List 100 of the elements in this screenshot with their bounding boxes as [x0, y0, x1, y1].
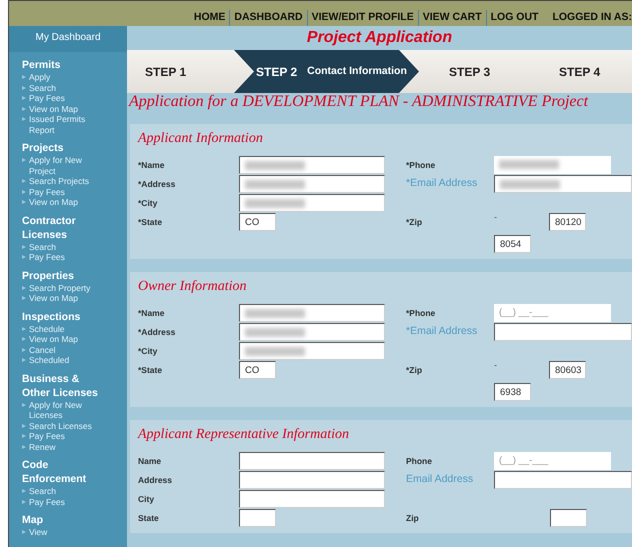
field-label: Email Address	[406, 472, 474, 487]
sidebar-link[interactable]: Pay Fees	[29, 186, 65, 197]
nav-link[interactable]: HOME	[194, 10, 226, 26]
zip-separator: -	[494, 213, 497, 221]
input-field[interactable]	[239, 175, 385, 193]
bullet-icon	[22, 424, 26, 428]
step-tab[interactable]: STEP 2 Contact Information	[234, 50, 419, 93]
sidebar-link[interactable]: Pay Fees	[29, 93, 65, 104]
application-subtitle: Application for a DEVELOPMENT PLAN - ADMINISTRATIVE Project	[127, 93, 590, 111]
field-label: *Phone	[406, 159, 436, 172]
input-field[interactable]	[550, 509, 587, 527]
sidebar-link[interactable]: Pay Fees	[29, 431, 65, 442]
sidebar-link[interactable]: Pay Fees	[29, 252, 65, 262]
input-field[interactable]	[239, 304, 385, 322]
dashboard-link[interactable]: My Dashboard	[9, 26, 127, 52]
sidebar-link[interactable]: Search	[29, 242, 56, 252]
blurred-text	[245, 161, 305, 170]
sidebar-link[interactable]: Apply for New Licenses	[29, 400, 99, 420]
section-title: Owner Information	[138, 278, 248, 296]
sidebar-link[interactable]: Search Property	[29, 282, 90, 293]
input-field[interactable]	[239, 323, 385, 341]
bullet-icon	[22, 337, 26, 341]
input-field[interactable]: CO	[239, 213, 276, 231]
blurred-text	[499, 160, 559, 169]
sidebar-link[interactable]: Search Licenses	[29, 420, 92, 431]
sidebar-link[interactable]: Search Projects	[29, 176, 89, 186]
bullet-icon	[22, 190, 26, 194]
sidebar-link[interactable]: Pay Fees	[29, 496, 65, 507]
input-field[interactable]	[239, 509, 276, 527]
bullet-icon	[22, 75, 26, 79]
field-label: *Email Address	[406, 324, 478, 339]
bullet-icon	[22, 86, 26, 90]
input-field[interactable]: 6938	[494, 383, 531, 401]
field-label: State	[138, 512, 160, 525]
input-field[interactable]	[239, 490, 385, 508]
input-field[interactable]	[239, 156, 385, 174]
sidebar-link[interactable]: View on Map	[29, 197, 78, 208]
sidebar-link[interactable]: Apply	[29, 72, 50, 82]
bullet-icon	[22, 530, 26, 534]
bullet-icon	[22, 106, 26, 110]
input-field[interactable]	[494, 175, 632, 193]
field-label: *Zip	[406, 216, 424, 229]
bullet-icon	[22, 500, 26, 504]
input-field[interactable]	[494, 323, 632, 341]
sidebar-link[interactable]: Schedule	[29, 324, 64, 334]
section-title: Applicant Information	[138, 130, 264, 148]
sidebar-heading: Code Enforcement	[22, 458, 88, 486]
sidebar-link[interactable]: Issued Permits Report	[29, 114, 99, 135]
bullet-icon	[22, 326, 26, 330]
field-label: Phone	[406, 455, 433, 468]
sidebar-heading: Projects	[22, 141, 64, 155]
input-field[interactable]	[494, 156, 611, 174]
sidebar-link[interactable]: View on Map	[29, 293, 78, 304]
sidebar-link[interactable]: View on Map	[29, 334, 78, 344]
field-label: Address	[138, 474, 174, 487]
field-label: Zip	[406, 512, 420, 525]
sidebar-link[interactable]: Scheduled	[29, 355, 70, 366]
input-field[interactable]: 80120	[549, 213, 586, 231]
sidebar-link[interactable]: Renew	[29, 442, 56, 452]
sidebar-link[interactable]: View	[29, 527, 48, 538]
sidebar-link[interactable]: Search	[29, 82, 56, 93]
input-field[interactable]: 8054	[494, 235, 531, 253]
input-field[interactable]: (__) __-___	[494, 452, 611, 470]
input-field[interactable]: 80603	[549, 361, 586, 379]
field-label: *Name	[138, 307, 166, 320]
sidebar-link[interactable]: Search	[29, 486, 56, 496]
field-label: *City	[138, 197, 158, 210]
page-title: Project Application	[306, 28, 454, 48]
sidebar-link[interactable]: View on Map	[29, 104, 78, 114]
sidebar-heading: Contractor Licenses	[22, 214, 77, 242]
input-field[interactable]: (__) __-___	[494, 304, 611, 322]
field-label: *Email Address	[406, 176, 478, 191]
input-field[interactable]	[494, 471, 632, 489]
field-label: Name	[138, 455, 162, 468]
bullet-icon	[22, 444, 26, 448]
field-label: *State	[138, 216, 164, 229]
logged-in-label: LOGGED IN AS:	[552, 10, 632, 25]
input-field[interactable]	[239, 471, 385, 489]
bullet-icon	[22, 434, 26, 438]
field-label: *Address	[138, 326, 176, 339]
input-field[interactable]	[239, 452, 385, 470]
bullet-icon	[22, 489, 26, 493]
bullet-icon	[22, 179, 26, 183]
bullet-icon	[22, 286, 26, 290]
bullet-icon	[22, 348, 26, 352]
bullet-icon	[22, 296, 26, 300]
input-field[interactable]	[239, 194, 385, 212]
input-field[interactable]: CO	[239, 361, 276, 379]
field-label: *Name	[138, 159, 166, 172]
field-label: *Zip	[406, 364, 424, 377]
input-field[interactable]	[239, 342, 385, 360]
blurred-text	[500, 180, 560, 189]
field-label: *Address	[138, 178, 176, 191]
sidebar-link[interactable]: Cancel	[29, 344, 56, 355]
zip-separator: -	[494, 361, 497, 369]
bullet-icon	[22, 200, 26, 204]
blurred-text	[245, 309, 305, 318]
sidebar-link[interactable]: Apply for New Project	[29, 155, 99, 176]
sidebar-heading: Map	[22, 513, 44, 527]
blurred-text	[245, 199, 305, 208]
